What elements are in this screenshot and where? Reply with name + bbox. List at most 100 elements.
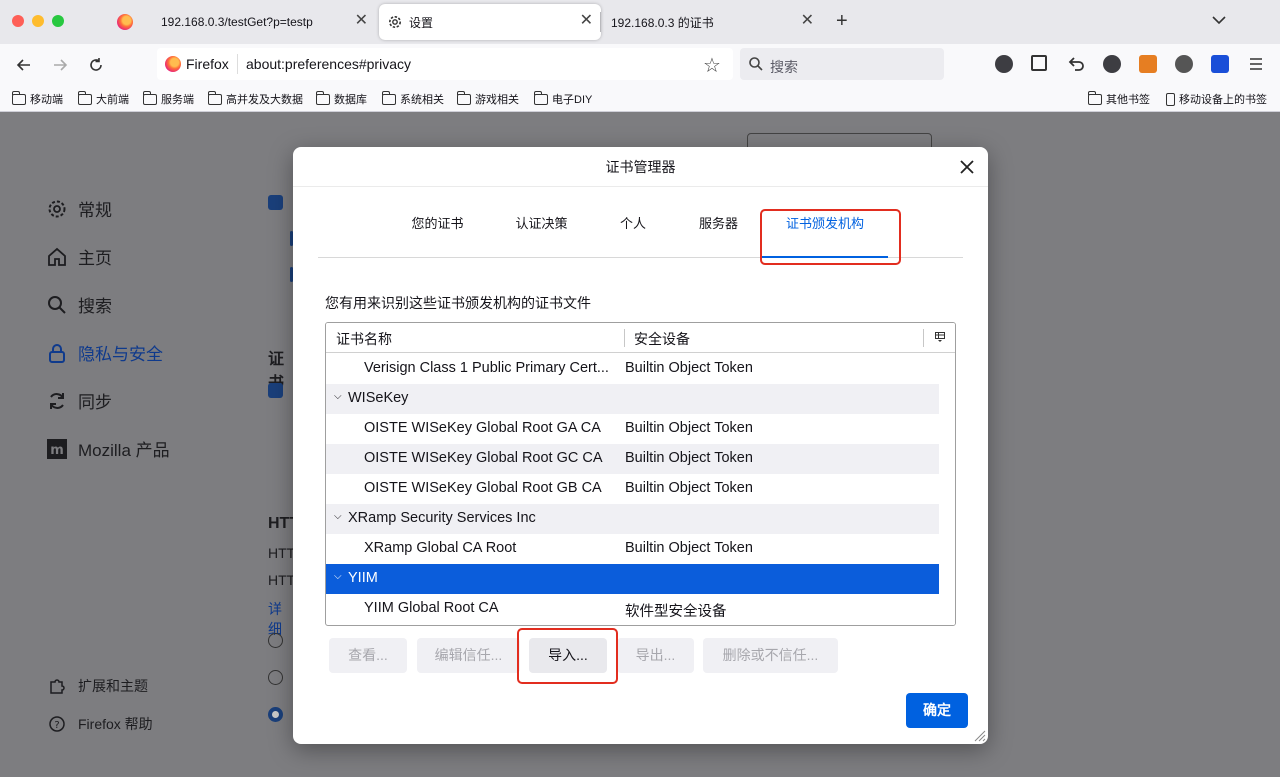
new-tab-plus-icon[interactable]: + (836, 10, 848, 33)
chevron-down-icon[interactable] (1211, 12, 1227, 28)
tree-header: 证书名称 安全设备 (326, 323, 955, 353)
sidebar-item-extensions[interactable]: 扩展和主题 (48, 676, 148, 696)
tab-authentication-decisions[interactable]: 认证决策 (504, 207, 579, 258)
tree-row-cert[interactable]: OISTE WISeKey Global Root GA CA Builtin … (326, 414, 939, 444)
radio-button[interactable] (268, 670, 283, 685)
bookmark-folder[interactable]: 高并发及大数据 (208, 90, 303, 107)
info-icon[interactable] (995, 55, 1013, 73)
tree-row-cert[interactable]: XRamp Global CA Root Builtin Object Toke… (326, 534, 939, 564)
bookmark-label: 游戏相关 (475, 94, 519, 106)
download-icon[interactable] (1211, 55, 1229, 73)
tree-row-cert[interactable]: OISTE WISeKey Global Root GC CA Builtin … (326, 444, 939, 474)
tree-row-group[interactable]: ⌵ WISeKey (326, 384, 939, 414)
bookmark-folder[interactable]: 大前端 (78, 90, 129, 107)
tree-row-cert[interactable]: YIIM Global Root CA 软件型安全设备 (326, 594, 939, 624)
tree-row-cert[interactable]: Verisign Class 1 Public Primary Cert... … (326, 354, 939, 384)
checkbox[interactable] (268, 195, 283, 210)
delete-or-distrust-button[interactable]: 删除或不信任... (703, 638, 838, 673)
edit-trust-button[interactable]: 编辑信任... (417, 638, 520, 673)
security-device: 软件型安全设备 (625, 604, 727, 620)
bookmark-folder-other[interactable]: 其他书签 (1088, 90, 1150, 107)
security-device: Builtin Object Token (625, 450, 753, 466)
sidebar-item-sync[interactable]: 同步 (46, 388, 112, 413)
tab-servers[interactable]: 服务器 (686, 207, 751, 258)
tab-close-icon[interactable]: ✕ (355, 13, 368, 29)
tree-row-group-selected[interactable]: ⌵ YIIM (326, 564, 939, 594)
metamask-fox-icon[interactable] (1139, 55, 1157, 73)
chevron-down-icon[interactable]: ⌵ (334, 571, 344, 585)
url-bar[interactable]: Firefox about:preferences#privacy ☆ (157, 48, 733, 80)
firefox-view-icon[interactable] (117, 14, 133, 30)
view-button[interactable]: 查看... (329, 638, 407, 673)
bookmark-folder[interactable]: 移动端 (12, 90, 63, 107)
column-separator[interactable] (624, 329, 625, 347)
column-picker-icon[interactable] (935, 332, 945, 342)
radio-button[interactable] (268, 707, 283, 722)
radio-button[interactable] (268, 633, 283, 648)
bookmark-label: 大前端 (96, 94, 129, 106)
https-text: HTT (268, 572, 293, 588)
bookmark-folder[interactable]: 数据库 (316, 90, 367, 107)
bookmark-folder[interactable]: 系统相关 (382, 90, 444, 107)
tab-close-icon[interactable]: ✕ (580, 13, 593, 29)
sidebar-item-privacy[interactable]: 隐私与安全 (46, 340, 163, 365)
sidebar-item-label: 隐私与安全 (78, 345, 163, 364)
sync-icon (50, 392, 64, 409)
window-minimize-button[interactable] (32, 15, 44, 27)
window-zoom-button[interactable] (52, 15, 64, 27)
tree-row-cert[interactable]: OISTE WISeKey Global Root GB CA Builtin … (326, 474, 939, 504)
chevron-down-icon[interactable]: ⌵ (334, 511, 344, 525)
chevron-down-icon[interactable]: ⌵ (334, 391, 344, 405)
search-icon (749, 57, 763, 71)
tab-certificate[interactable]: 192.168.0.3 的证书 ✕ (602, 4, 822, 40)
forward-arrow-icon[interactable] (50, 55, 70, 75)
identity-label: Firefox (186, 56, 229, 72)
tree-row-group[interactable]: ⌵ XRamp Security Services Inc (326, 504, 939, 534)
bookmark-folder-mobile[interactable]: 移动设备上的书签 (1166, 91, 1267, 107)
resize-grip-icon[interactable] (974, 730, 986, 742)
tab-title: 设置 (409, 15, 434, 30)
identity-box[interactable]: Firefox (165, 54, 238, 74)
close-icon[interactable] (957, 157, 977, 177)
bookmark-label: 数据库 (334, 94, 367, 106)
bookmark-folder[interactable]: 游戏相关 (457, 90, 519, 107)
folder-icon (534, 90, 548, 105)
sidebar-item-mozilla[interactable]: m Mozilla 产品 (46, 436, 170, 461)
bookmark-folder[interactable]: 电子DIY (534, 90, 593, 107)
certificate-tree[interactable]: 证书名称 安全设备 Verisign Class 1 Public Primar… (325, 322, 956, 626)
search-input[interactable]: 搜索 (740, 48, 944, 80)
mozilla-icon: m (47, 438, 67, 459)
tab-people[interactable]: 个人 (608, 207, 658, 258)
highlight-annotation (760, 209, 901, 265)
sidebar-item-home[interactable]: 主页 (46, 244, 112, 269)
reload-icon[interactable] (86, 55, 106, 75)
sidebar-item-general[interactable]: 常规 (46, 196, 112, 221)
back-arrow-icon[interactable] (14, 55, 34, 75)
export-button[interactable]: 导出... (617, 638, 694, 673)
sidebar-item-help[interactable]: ? Firefox 帮助 (48, 714, 153, 734)
bookmark-folder[interactable]: 服务端 (143, 90, 194, 107)
tab-settings[interactable]: 设置 ✕ (379, 4, 601, 40)
ok-button[interactable]: 确定 (906, 693, 968, 728)
url-text[interactable]: about:preferences#privacy (246, 56, 411, 72)
folder-icon (143, 90, 157, 105)
tab-your-certificates[interactable]: 您的证书 (400, 207, 475, 258)
crop-icon[interactable] (1031, 55, 1047, 71)
sidebar-item-search[interactable]: 搜索 (46, 292, 112, 317)
tab-close-icon[interactable]: ✕ (801, 13, 814, 29)
undo-icon[interactable] (1067, 55, 1085, 73)
column-separator[interactable] (923, 329, 924, 347)
phone-icon (1166, 92, 1175, 106)
cert-name: OISTE WISeKey Global Root GB CA (364, 480, 602, 496)
tab-testget[interactable]: 192.168.0.3/testGet?p=testp ✕ (150, 4, 376, 40)
window-close-button[interactable] (12, 15, 24, 27)
extension-shield-icon[interactable] (1103, 55, 1121, 73)
bookmark-label: 电子DIY (552, 94, 593, 106)
column-header-cert-name[interactable]: 证书名称 (336, 329, 392, 349)
checkbox[interactable] (268, 383, 283, 398)
column-header-security-device[interactable]: 安全设备 (634, 329, 690, 349)
extension-dots-icon[interactable] (1175, 55, 1193, 73)
bookmark-star-icon[interactable]: ☆ (703, 53, 721, 78)
tree-scrollbar[interactable] (940, 354, 955, 625)
menu-icon[interactable] (1247, 55, 1265, 73)
